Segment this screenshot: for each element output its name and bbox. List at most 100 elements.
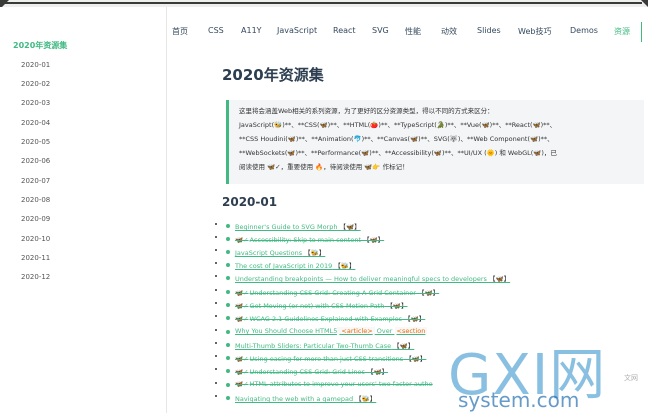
quote-line-4: **WebSockets(🦋)**、**Performance(🦋)**、**A… [239,149,557,157]
sidebar-item-2020-10[interactable]: 2020-10 [21,235,50,243]
list-item-text: Understanding breakpoints — How to deliv… [235,275,487,283]
nav-item-home[interactable]: 首页 [172,26,188,37]
list-item-link[interactable]: JavaScript Questions 【🐝】 [235,247,325,257]
list-item-text: WCAG 2.1 Guidelines Explained with Examp… [249,315,403,323]
list-item-text: Using easing for more than just CSS tran… [249,355,404,363]
top-border [0,0,648,9]
sidebar-item-2020-03[interactable]: 2020-03 [21,99,50,107]
list-item: 🦋✓Accessibility: Skip to main content 【🦋… [226,233,644,245]
list-item-link[interactable]: 🦋✓Get Moving (or not) with CSS Motion Pa… [235,300,408,310]
list-item-link[interactable]: Beginner's Guide to SVG Morph 【🦋】 [235,221,361,231]
list-item-link[interactable]: 🦋✓Using easing for more than just CSS tr… [235,353,426,363]
list-item-link[interactable]: Navigating the web with a gamepad 【🐝】 [235,393,376,403]
resource-type-tag: 【🐝】 [302,249,326,257]
list-item-text: Accessibility: Skip to main content [249,236,361,244]
nav-item-demos[interactable]: Demos [570,26,598,35]
read-check-icon: 🦋✓ [235,368,249,376]
list-item: Multi-Thumb Sliders: Particular Two-Thum… [226,339,644,351]
quote-line-1: 这里将会涵盖Web相关的系列资源，为了更好的区分资源类型，得以不同的方式来区分： [239,107,494,115]
page-title: 2020年资源集 [222,66,324,84]
resource-type-tag: 【🦋】 [391,342,415,350]
nav-item-react[interactable]: React [333,26,356,35]
list-item-text: Get Moving (or not) with CSS Motion Path [249,302,385,310]
sidebar-heading[interactable]: 2020年资源集 [13,40,67,51]
resource-type-tag: 【🦋】 [361,236,385,244]
list-item-text: Understanding CSS Grid: Grid Lines [249,368,365,376]
sidebar-item-2020-07[interactable]: 2020-07 [21,177,50,185]
list-bullet [226,343,230,347]
inline-code: <section [394,327,428,335]
list-bullet [226,263,230,267]
top-right-corner [641,0,648,7]
sidebar-item-2020-09[interactable]: 2020-09 [21,215,50,223]
list-item: Why You Should Choose HTML5 <article> Ov… [226,326,644,338]
list-item-text: Why You Should Choose HTML5 [235,327,338,335]
list-bullet [226,330,230,334]
list-item-text: Beginner's Guide to SVG Morph [235,223,338,231]
list-item: 🦋✓Understanding CSS Grid: Grid Lines 【🦋】 [226,365,644,377]
intro-blockquote: 这里将会涵盖Web相关的系列资源，为了更好的区分资源类型，得以不同的方式来区分：… [226,100,644,184]
list-item: Understanding breakpoints — How to deliv… [226,272,644,284]
list-bullet [226,276,230,280]
list-item: 🦋✓Using easing for more than just CSS tr… [226,352,644,364]
list-item-text: Multi-Thumb Sliders: Particular Two-Thum… [235,342,392,350]
nav-item-resources[interactable]: 资源 [614,26,630,37]
read-check-icon: 🦋✓ [235,355,249,363]
nav-item-svg[interactable]: SVG [372,26,389,35]
sidebar-item-2020-12[interactable]: 2020-12 [21,273,50,281]
list-bullet [226,250,230,254]
nav-item-a11y[interactable]: A11Y [241,26,262,35]
list-item-link[interactable]: 🦋✓Understanding CSS Grid: Grid Lines 【🦋】 [235,366,388,376]
list-item: 🦋✓WCAG 2.1 Guidelines Explained with Exa… [226,312,644,324]
sidebar-item-2020-02[interactable]: 2020-02 [21,80,50,88]
resource-type-tag: 【🦋】 [384,302,408,310]
resource-type-tag: 【🦋】 [402,315,426,323]
list-item-link[interactable]: 🦋✓HTML attributes to improve your users'… [235,380,433,388]
sidebar-item-2020-05[interactable]: 2020-05 [21,138,50,146]
list-item: Navigating the web with a gamepad 【🐝】 [226,392,644,404]
list-item: 🦋✓HTML attributes to improve your users'… [226,379,644,391]
list-bullet [226,224,230,228]
sidebar-item-2020-01[interactable]: 2020-01 [21,61,50,69]
nav-item-animation[interactable]: 动效 [441,26,457,37]
list-item: JavaScript Questions 【🐝】 [226,246,644,258]
list-item-link[interactable]: Understanding breakpoints — How to deliv… [235,273,510,283]
list-item-link[interactable]: 🦋✓Accessibility: Skip to main content 【🦋… [235,234,384,244]
list-item-text: Over [374,327,395,335]
list-item: The cost of JavaScript in 2019 【🐝】 [226,259,644,271]
resource-type-tag: 【🦋】 [486,275,511,283]
sidebar-item-2020-06[interactable]: 2020-06 [21,157,50,165]
sidebar-item-2020-08[interactable]: 2020-08 [21,196,50,204]
resource-type-tag: 【🦋】 [364,368,389,376]
quote-line-5: 阅读使用 🦋✓，重要使用 🔥，待阅读使用 🦋👉 作标记！ [239,163,409,171]
sidebar-item-2020-11[interactable]: 2020-11 [21,254,50,262]
list-bullet [226,383,230,387]
list-item-link[interactable]: Multi-Thumb Sliders: Particular Two-Thum… [235,340,414,350]
list-item: Beginner's Guide to SVG Morph 【🦋】 [226,220,644,232]
nav-item-javascript[interactable]: JavaScript [277,26,317,35]
list-item: 🦋✓Understanding CSS Grid: Creating A Gri… [226,286,644,298]
nav-active-indicator [641,22,642,42]
list-bullet [226,396,230,400]
list-item: 🦋✓Get Moving (or not) with CSS Motion Pa… [226,299,644,311]
list-item-link[interactable]: 🦋✓Understanding CSS Grid: Creating A Gri… [235,287,439,297]
nav-item-css[interactable]: CSS [208,26,224,35]
list-item-link[interactable]: 🦋✓WCAG 2.1 Guidelines Explained with Exa… [235,313,425,323]
quote-line-3: **CSS Houdini(🦋)**、**Animation(🐬)**、**Ca… [239,135,554,143]
resource-type-tag: 【🦋】 [415,289,440,297]
resource-type-tag: 【🦋】 [403,355,427,363]
top-border-line [5,2,642,4]
read-check-icon: 🦋✓ [235,302,249,310]
list-item-link[interactable]: Why You Should Choose HTML5 <article> Ov… [235,327,428,335]
read-check-icon: 🦋✓ [235,315,249,323]
list-item-link[interactable]: The cost of JavaScript in 2019 【🐝】 [235,260,355,270]
resource-type-tag: 【🐝】 [353,395,377,403]
sidebar-item-2020-04[interactable]: 2020-04 [21,119,50,127]
list-bullet [226,303,230,307]
list-item-text: HTML attributes to improve your users' t… [249,380,433,388]
list-bullet [226,369,230,373]
nav-item-slides[interactable]: Slides [477,26,501,35]
nav-item-performance[interactable]: 性能 [405,26,421,37]
nav-item-web-tips[interactable]: Web技巧 [518,26,551,37]
list-bullet [226,237,230,241]
